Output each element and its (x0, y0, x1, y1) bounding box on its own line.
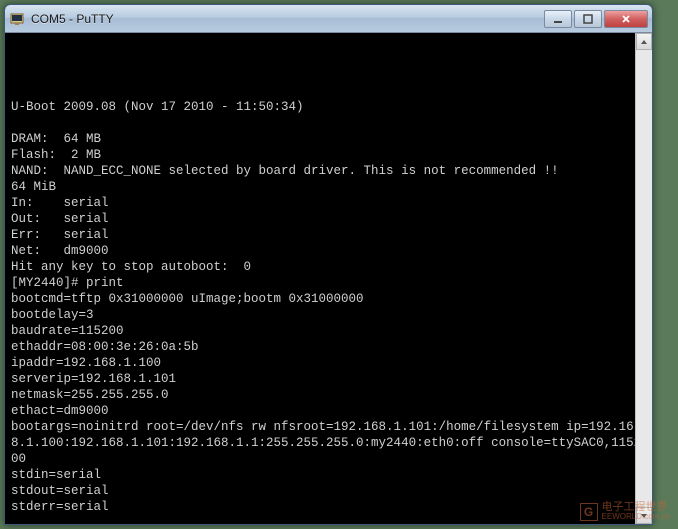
terminal[interactable]: U-Boot 2009.08 (Nov 17 2010 - 11:50:34) … (5, 33, 652, 524)
watermark-sub: EEWORLD.com.cn (602, 513, 670, 521)
terminal-line: bootdelay=3 (11, 307, 646, 323)
app-icon (9, 11, 25, 27)
terminal-line (11, 115, 646, 131)
terminal-line: stdin=serial (11, 467, 646, 483)
terminal-line: bootcmd=tftp 0x31000000 uImage;bootm 0x3… (11, 291, 646, 307)
terminal-line: netmask=255.255.255.0 (11, 387, 646, 403)
window-controls (544, 10, 648, 28)
titlebar[interactable]: COM5 - PuTTY (5, 5, 652, 33)
terminal-line: In: serial (11, 195, 646, 211)
scroll-track[interactable] (636, 50, 652, 507)
terminal-line: U-Boot 2009.08 (Nov 17 2010 - 11:50:34) (11, 99, 646, 115)
window-title: COM5 - PuTTY (31, 12, 544, 26)
terminal-line: serverip=192.168.1.101 (11, 371, 646, 387)
terminal-line: NAND: NAND_ECC_NONE selected by board dr… (11, 163, 646, 179)
terminal-line: ethact=dm9000 (11, 403, 646, 419)
terminal-line (11, 67, 646, 83)
terminal-line: ipaddr=192.168.1.100 (11, 355, 646, 371)
minimize-button[interactable] (544, 10, 572, 28)
terminal-line: 64 MiB (11, 179, 646, 195)
close-button[interactable] (604, 10, 648, 28)
terminal-line: [MY2440]# print (11, 275, 646, 291)
scroll-up-button[interactable] (636, 33, 652, 50)
terminal-line (11, 515, 646, 524)
terminal-line: DRAM: 64 MB (11, 131, 646, 147)
maximize-button[interactable] (574, 10, 602, 28)
scrollbar[interactable] (635, 33, 652, 524)
terminal-line: Hit any key to stop autoboot: 0 (11, 259, 646, 275)
terminal-line: Flash: 2 MB (11, 147, 646, 163)
terminal-line: ethaddr=08:00:3e:26:0a:5b (11, 339, 646, 355)
watermark: G 电子工程世界 EEWORLD.com.cn (580, 502, 670, 521)
terminal-line: stdout=serial (11, 483, 646, 499)
terminal-line: stderr=serial (11, 499, 646, 515)
terminal-line (11, 83, 646, 99)
watermark-logo: G (580, 503, 598, 521)
terminal-line: bootargs=noinitrd root=/dev/nfs rw nfsro… (11, 419, 646, 467)
terminal-line: Out: serial (11, 211, 646, 227)
putty-window: COM5 - PuTTY U-Boot 2009.08 (Nov 17 2010… (4, 4, 653, 525)
terminal-line: baudrate=115200 (11, 323, 646, 339)
terminal-line: Net: dm9000 (11, 243, 646, 259)
terminal-line: Err: serial (11, 227, 646, 243)
